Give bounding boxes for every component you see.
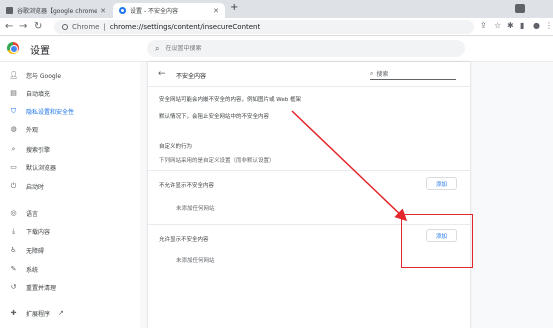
sidebar-item-label: 重置并清理 [26, 284, 57, 292]
sidebar-item-privacy[interactable]: ⛉ 隐私设置和安全性 [0, 104, 140, 118]
download-icon: ⤓ [11, 226, 16, 235]
site-label: Chrome [72, 23, 100, 31]
sidebar-item-label: 搜索引擎 [26, 146, 51, 154]
sidebar-item-label: 扩展程序 [26, 310, 51, 318]
share-icon[interactable]: ⇪ [480, 21, 487, 30]
sidebar-item-label: 默认浏览器 [26, 164, 57, 172]
block-section-title: 不允许显示不安全内容 [159, 183, 215, 189]
browser-icon: ▭ [10, 163, 17, 171]
chrome-logo-icon [7, 42, 19, 54]
person-icon: 👤︎ [9, 71, 18, 79]
sidebar-item-label: 您与 Google [26, 72, 62, 80]
sidebar-item-label: 无障碍 [26, 247, 45, 255]
search-icon: ⌕ [11, 144, 16, 153]
bookmark-star-icon[interactable]: ☆ [494, 21, 501, 30]
accessibility-icon: ♿︎ [10, 246, 17, 254]
annotation-highlight-box [401, 214, 473, 268]
sidebar-item-default-browser[interactable]: ▭ 默认浏览器 [0, 160, 140, 174]
address-bar[interactable]: Chrome | chrome://settings/content/insec… [54, 20, 474, 34]
sidebar-item-label: 语言 [26, 210, 39, 218]
search-icon: ⌕ [155, 43, 160, 53]
sidebar-item-search-engine[interactable]: ⌕ 搜索引擎 [0, 142, 140, 156]
tab-label: 设置 - 不安全内容 [130, 8, 178, 15]
sidebar-item-extensions[interactable]: ✚ 扩展程序 ↗ [0, 306, 140, 320]
reset-icon: ↺ [10, 283, 17, 291]
search-icon: ⌕ [370, 69, 374, 77]
sidebar-item-you-and-google[interactable]: 👤︎ 您与 Google [0, 68, 140, 82]
sidebar-item-languages[interactable]: ◎ 语言 [0, 206, 140, 220]
allow-section-title: 允许显示不安全内容 [159, 237, 209, 243]
forward-icon[interactable]: → [19, 20, 27, 33]
menu-icon[interactable]: ⋮ [545, 21, 553, 30]
subpage-search[interactable]: ⌕ 搜索 [370, 68, 456, 80]
tab-settings-insecure-content[interactable]: 设置 - 不安全内容 ✕ [113, 3, 225, 18]
clipboard-icon: ▤ [10, 89, 17, 97]
shield-icon: ⛉ [10, 106, 17, 115]
globe-icon: ◎ [10, 209, 17, 217]
divider [148, 86, 470, 87]
subpage-search-placeholder: 搜索 [376, 71, 389, 78]
gear-icon [119, 7, 126, 14]
tab-google-chrome-article[interactable]: 谷歌浏览器【google chrome】 ✕ [0, 3, 112, 18]
sidebar-item-reset[interactable]: ↺ 重置并清理 [0, 280, 140, 294]
sidebar-item-accessibility[interactable]: ♿︎ 无障碍 [0, 243, 140, 257]
palette-icon: ◍ [10, 125, 17, 133]
sidebar-item-on-startup[interactable]: ⏻ 启动时 [0, 179, 140, 193]
wrench-icon: ✎ [10, 265, 17, 273]
site-info-icon[interactable] [62, 24, 68, 30]
close-icon[interactable]: ✕ [213, 7, 219, 15]
page-icon [6, 7, 13, 14]
description-text: 安全网站可能会内嵌不安全的内容，例如图片或 Web 框架 [159, 97, 301, 103]
settings-search[interactable]: ⌕ [147, 40, 465, 57]
add-blocked-site-button[interactable]: 添加 [426, 177, 457, 190]
subpage-title: 不安全内容 [176, 73, 207, 80]
puzzle-icon: ✚ [10, 309, 17, 317]
sidebar-item-autofill[interactable]: ▤ 自动填充 [0, 86, 140, 100]
sidebar-item-label: 系统 [26, 266, 39, 274]
sidebar-item-system[interactable]: ✎ 系统 [0, 262, 140, 276]
url-text: chrome://settings/content/insecureConten… [109, 23, 261, 31]
back-icon[interactable]: ← [5, 20, 13, 33]
default-behavior-text: 默认情况下，会阻止安全网站中的不安全内容 [159, 114, 270, 120]
custom-behaviors-title: 自定义的行为 [159, 144, 193, 150]
close-icon[interactable]: ✕ [100, 7, 106, 15]
sidebar-item-label: 隐私设置和安全性 [26, 108, 75, 116]
reload-icon[interactable]: ↻ [34, 20, 42, 33]
sidebar-item-appearance[interactable]: ◍ 外观 [0, 122, 140, 136]
sidebar-item-label: 启动时 [26, 183, 45, 191]
side-panel-icon[interactable]: ▮ [520, 21, 524, 30]
separator: | [103, 23, 106, 31]
power-icon: ⏻ [10, 181, 17, 190]
sidebar-item-label: 下载内容 [26, 228, 51, 236]
extensions-icon[interactable]: ✱ [507, 21, 514, 30]
settings-header: 设置 ⌕ [0, 36, 553, 62]
block-empty-text: 未添加任何网站 [176, 206, 215, 212]
external-link-icon: ↗ [58, 309, 64, 317]
page-title: 设置 [30, 46, 50, 57]
sidebar-item-label: 外观 [26, 126, 39, 134]
tab-label: 谷歌浏览器【google chrome】 [17, 8, 98, 15]
tab-search-icon[interactable] [515, 4, 525, 13]
custom-behaviors-desc: 下列网站采用的是自定义设置（而非默认设置） [159, 158, 275, 164]
browser-toolbar: ← → ↻ Chrome | chrome://settings/content… [0, 18, 553, 36]
sidebar-item-downloads[interactable]: ⤓ 下载内容 [0, 224, 140, 238]
new-tab-button[interactable]: + [230, 2, 238, 13]
back-arrow-icon[interactable]: ← [158, 69, 166, 79]
settings-search-input[interactable] [165, 45, 446, 52]
tab-strip: 谷歌浏览器【google chrome】 ✕ 设置 - 不安全内容 ✕ + [0, 0, 553, 18]
allow-empty-text: 未添加任何网站 [176, 258, 215, 264]
sidebar-item-label: 自动填充 [26, 90, 51, 98]
profile-icon[interactable]: ● [533, 21, 540, 30]
settings-sidebar: 👤︎ 您与 Google ▤ 自动填充 ⛉ 隐私设置和安全性 ◍ 外观 ⌕ 搜索… [0, 62, 140, 328]
divider [148, 170, 470, 171]
